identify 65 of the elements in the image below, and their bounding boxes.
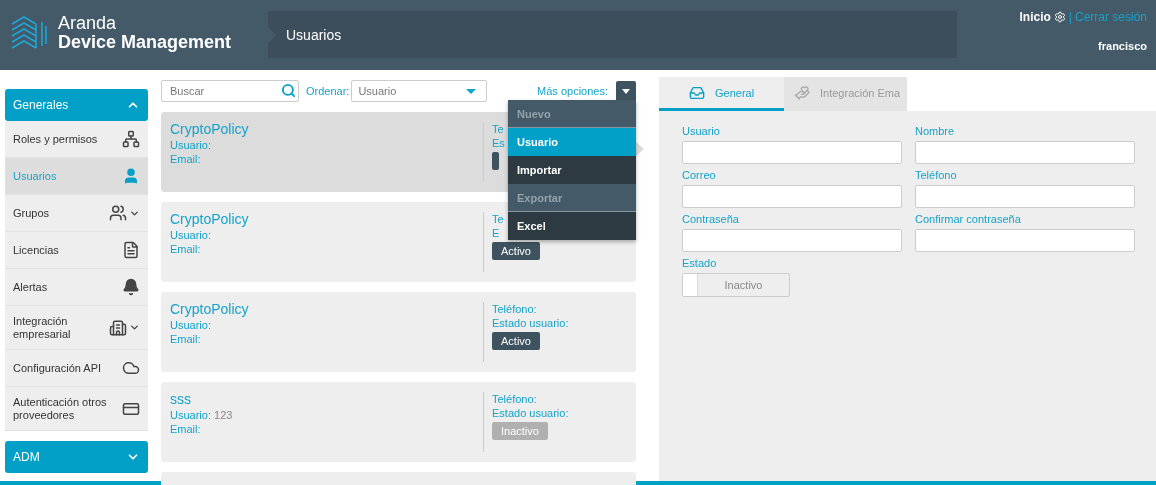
field-label: Estado [682, 257, 718, 269]
sort-select[interactable]: Usuario [351, 80, 488, 102]
sort-label: Ordenar: [306, 85, 350, 97]
field-label: Usuario [682, 125, 721, 137]
menu-item[interactable]: Excel [508, 212, 636, 240]
phone-field: Teléfono: [492, 302, 537, 316]
separator: | [1068, 10, 1072, 24]
email-field: Email: [170, 152, 483, 166]
input-field[interactable] [682, 141, 902, 164]
user-field: Usuario: [170, 318, 483, 332]
input-field[interactable] [682, 229, 902, 252]
user-card[interactable]: CryptoPolicy Usuario: Email: Teléfono: Estado usuario: Activo [161, 292, 636, 372]
search-field[interactable]: Buscar [161, 80, 299, 102]
input-field[interactable] [682, 185, 902, 208]
input-field[interactable] [915, 141, 1135, 164]
phone-field: Te [492, 212, 504, 226]
user-name: CryptoPolicy [170, 210, 250, 228]
bell-icon [122, 278, 140, 296]
field-label: Correo [682, 169, 717, 181]
document-icon [122, 241, 140, 259]
page-title: Usuarios [268, 11, 957, 58]
status-field: Es [492, 136, 505, 150]
brand-name: Device Management [58, 32, 232, 52]
search-icon[interactable] [281, 83, 296, 98]
input-field[interactable] [915, 229, 1135, 252]
user-field: Usuario: [170, 138, 483, 152]
status-badge: Activo [492, 242, 540, 260]
user-field: Usuario: 123 [170, 408, 483, 422]
user-name: sss [170, 390, 192, 408]
menu-header: Exportar [508, 184, 636, 212]
status-badge: Inactivo [492, 422, 548, 440]
field-label: Teléfono [915, 169, 958, 181]
caret-icon [466, 88, 477, 94]
phone-field: Teléfono: [492, 392, 537, 406]
user-name: CryptoPolicy [170, 300, 250, 318]
status-field: Estado usuario: [492, 406, 569, 420]
tray-icon [689, 84, 705, 101]
menu-item[interactable]: Importar [508, 156, 636, 184]
status-field: E [492, 226, 500, 240]
menu-header: Nuevo [508, 100, 636, 128]
group-icon [109, 204, 127, 222]
input-field[interactable] [915, 185, 1135, 208]
more-options-button[interactable] [616, 81, 636, 101]
email-field: Email: [170, 332, 483, 346]
building-icon [109, 318, 127, 337]
more-options-label: Más opciones: [537, 85, 608, 97]
email-field: Email: [170, 422, 483, 436]
cloud-icon [122, 359, 140, 377]
brand-name: Aranda [58, 14, 118, 32]
home-link[interactable]: Inicio [1019, 10, 1051, 24]
user-name: CryptoPolicy [170, 120, 250, 138]
user-name: francisco [1098, 40, 1147, 52]
field-label: Nombre [915, 125, 956, 137]
logo-icon [10, 14, 48, 52]
email-field: Email: [170, 242, 483, 256]
network-icon [122, 130, 140, 148]
settings-icon[interactable] [1053, 11, 1066, 23]
status-badge: Activo [492, 332, 540, 350]
field-label: Contraseña [682, 213, 740, 225]
user-field: Usuario: [170, 228, 483, 242]
status-field: Estado usuario: [492, 316, 569, 330]
user-icon [122, 167, 140, 185]
field-label: Confirmar contraseña [915, 213, 1022, 225]
phone-field: Te [492, 122, 504, 136]
hand-icon [794, 84, 810, 101]
